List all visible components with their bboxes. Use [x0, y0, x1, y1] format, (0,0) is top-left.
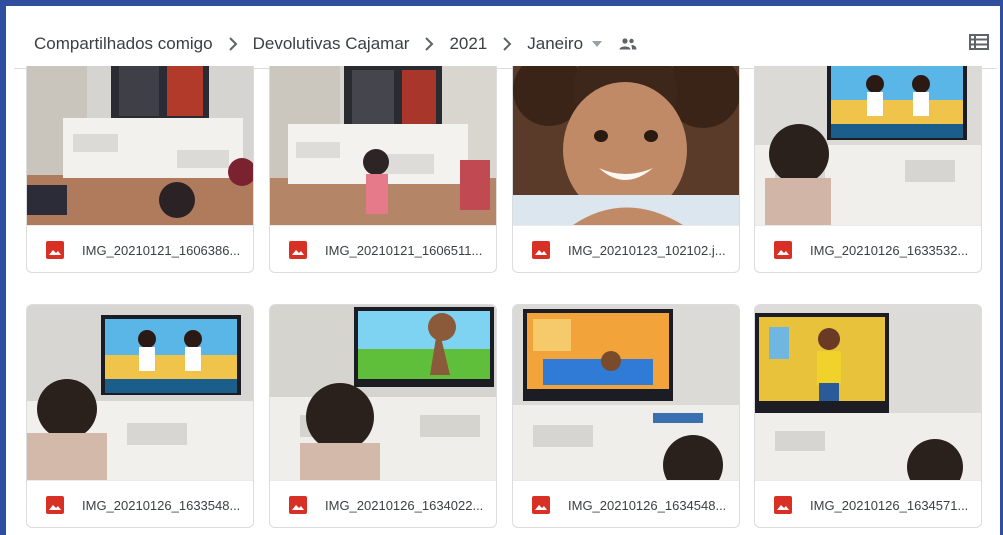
file-name: IMG_20210126_1634571... [810, 497, 969, 513]
chevron-right-icon [415, 32, 443, 56]
image-thumbnail [27, 66, 253, 225]
image-file-icon [774, 496, 792, 514]
file-card-footer: IMG_20210126_1634548... [513, 480, 739, 527]
file-card-footer: IMG_20210126_1633548... [27, 480, 253, 527]
image-thumbnail [270, 305, 496, 480]
image-file-icon [46, 496, 64, 514]
breadcrumb-shared-with-me[interactable]: Compartilhados comigo [28, 30, 219, 58]
file-card-footer: IMG_20210126_1633532... [755, 225, 981, 272]
image-thumbnail [270, 66, 496, 225]
image-file-icon [532, 241, 550, 259]
image-file-icon [289, 241, 307, 259]
file-card[interactable]: IMG_20210126_1634571... [754, 304, 982, 528]
file-grid: IMG_20210121_1606386... IMG_20210121_160… [26, 66, 986, 535]
breadcrumb: Compartilhados comigo Devolutivas Cajama… [28, 30, 637, 58]
image-thumbnail [755, 305, 981, 480]
file-card[interactable]: IMG_20210126_1633548... [26, 304, 254, 528]
breadcrumb-2021[interactable]: 2021 [443, 30, 493, 58]
image-file-icon [289, 496, 307, 514]
file-card[interactable]: IMG_20210123_102102.j... [512, 66, 740, 273]
file-card-footer: IMG_20210121_1606386... [27, 225, 253, 272]
file-card-footer: IMG_20210121_1606511... [270, 225, 496, 272]
list-view-icon[interactable] [969, 34, 991, 54]
file-card[interactable]: IMG_20210121_1606511... [269, 66, 497, 273]
file-name: IMG_20210126_1633532... [810, 242, 969, 258]
file-name: IMG_20210121_1606386... [82, 242, 241, 258]
image-file-icon [532, 496, 550, 514]
file-name: IMG_20210126_1634022... [325, 497, 484, 513]
arrow-drop-down-icon[interactable] [591, 40, 603, 48]
file-card-footer: IMG_20210126_1634571... [755, 480, 981, 527]
image-thumbnail [755, 66, 981, 225]
file-name: IMG_20210126_1634548... [568, 497, 727, 513]
window-frame-top [0, 0, 1003, 14]
image-thumbnail [513, 305, 739, 480]
people-icon[interactable] [619, 38, 637, 50]
file-card-footer: IMG_20210126_1634022... [270, 480, 496, 527]
chevron-right-icon [219, 32, 247, 56]
image-thumbnail [27, 305, 253, 480]
breadcrumb-devolutivas-cajamar[interactable]: Devolutivas Cajamar [247, 30, 416, 58]
file-card[interactable]: IMG_20210126_1634548... [512, 304, 740, 528]
file-card[interactable]: IMG_20210126_1634022... [269, 304, 497, 528]
file-card[interactable]: IMG_20210121_1606386... [26, 66, 254, 273]
file-name: IMG_20210121_1606511... [325, 242, 483, 258]
file-card[interactable]: IMG_20210126_1633532... [754, 66, 982, 273]
file-name: IMG_20210126_1633548... [82, 497, 241, 513]
file-name: IMG_20210123_102102.j... [568, 242, 726, 258]
image-file-icon [774, 241, 792, 259]
image-thumbnail [513, 66, 739, 225]
file-card-footer: IMG_20210123_102102.j... [513, 225, 739, 272]
window-frame-left [0, 0, 6, 535]
breadcrumb-janeiro[interactable]: Janeiro [521, 30, 589, 58]
drive-header: Compartilhados comigo Devolutivas Cajama… [14, 20, 997, 69]
image-file-icon [46, 241, 64, 259]
chevron-right-icon [493, 32, 521, 56]
